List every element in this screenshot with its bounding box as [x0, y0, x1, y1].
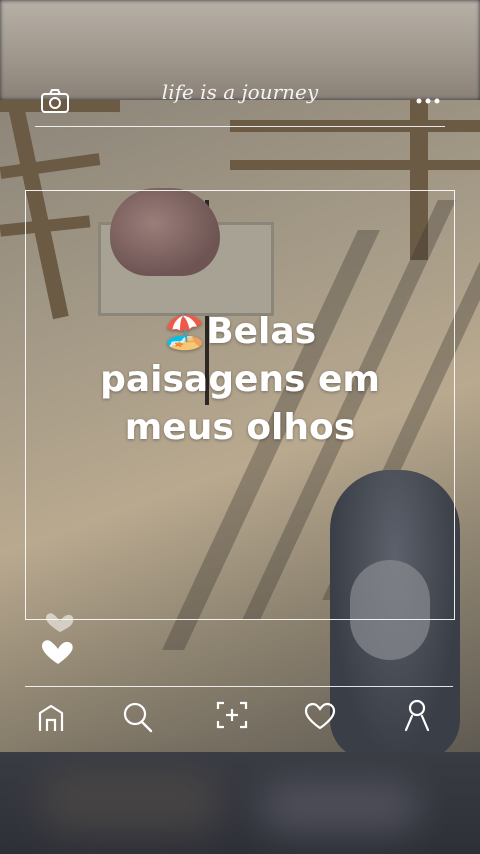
- add-icon[interactable]: [215, 700, 249, 730]
- header-divider: [35, 126, 445, 127]
- profile-icon[interactable]: [402, 698, 432, 732]
- more-dots-icon[interactable]: [415, 96, 441, 106]
- blurred-bottom-background: [0, 752, 480, 854]
- search-icon[interactable]: [120, 700, 154, 734]
- post-caption: 🏖️Belas paisagens em meus olhos: [70, 308, 410, 452]
- heart-icon[interactable]: [303, 702, 337, 730]
- beach-umbrella-emoji: 🏖️: [163, 312, 207, 352]
- header-title: life is a journey: [161, 80, 319, 104]
- toolbar-divider: [25, 686, 453, 687]
- hearts-icon[interactable]: [38, 612, 82, 668]
- caption-text: Belas paisagens em meus olhos: [100, 311, 380, 448]
- home-icon[interactable]: [36, 703, 66, 733]
